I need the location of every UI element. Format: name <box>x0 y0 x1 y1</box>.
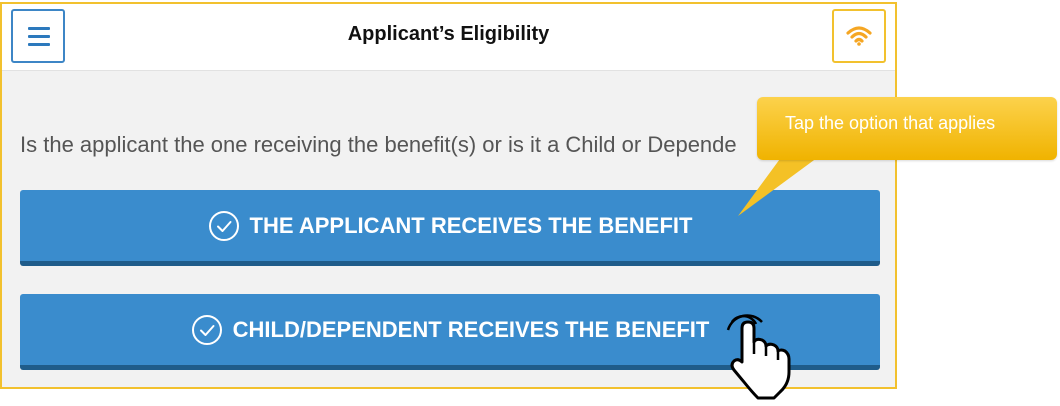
hamburger-menu-icon-bar <box>28 35 50 38</box>
tooltip-text: Tap the option that applies <box>785 113 996 133</box>
page-title: Applicant’s Eligibility <box>347 23 550 45</box>
menu-button[interactable] <box>11 9 65 63</box>
hamburger-menu-icon-bar <box>28 43 50 46</box>
tooltip-callout: Tap the option that applies <box>757 97 1057 160</box>
app-header: Applicant’s Eligibility <box>2 4 895 71</box>
tap-hand-icon <box>726 314 791 400</box>
wifi-icon <box>846 26 872 46</box>
hamburger-menu-icon <box>28 27 50 30</box>
option-label: THE APPLICANT RECEIVES THE BENEFIT <box>249 212 693 238</box>
check-circle-icon <box>208 210 239 241</box>
check-circle-icon <box>191 314 222 345</box>
option-label: CHILD/DEPENDENT RECEIVES THE BENEFIT <box>232 316 710 342</box>
callout-pointer <box>738 152 825 216</box>
eligibility-question: Is the applicant the one receiving the b… <box>20 132 737 157</box>
connection-status-button[interactable] <box>832 9 886 63</box>
